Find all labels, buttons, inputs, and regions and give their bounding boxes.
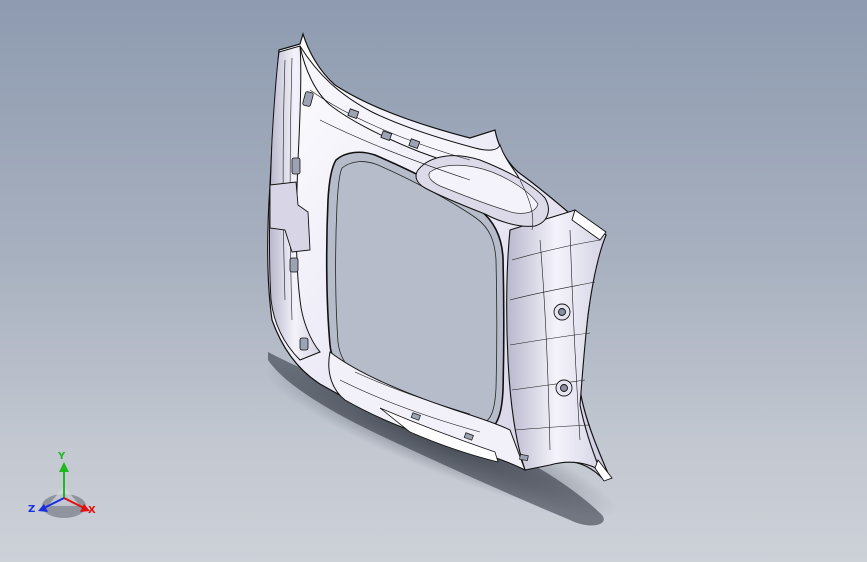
y-axis-label: Y	[58, 451, 66, 462]
view-triad[interactable]: X Y Z	[22, 448, 106, 528]
z-axis-label: Z	[28, 504, 36, 515]
graphics-viewport[interactable]: X Y Z	[0, 0, 867, 562]
y-axis-arrow	[59, 462, 69, 472]
x-axis-label: X	[88, 505, 96, 516]
trim-panel-model[interactable]	[0, 0, 867, 562]
